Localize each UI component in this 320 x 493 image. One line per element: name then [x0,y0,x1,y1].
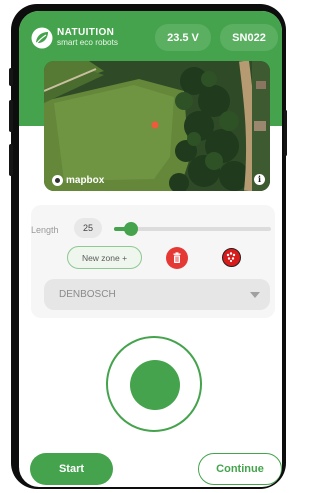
new-zone-button[interactable]: New zone + [67,246,142,269]
brand-tagline: smart eco robots [57,38,118,47]
length-slider[interactable] [114,222,271,236]
continue-button[interactable]: Continue [198,453,282,485]
info-icon[interactable]: i [254,174,265,185]
leaf-logo-icon [31,27,53,49]
app-screen: NATUITION smart eco robots 23.5 V SN022 [19,11,282,487]
joystick-knob[interactable] [130,360,180,410]
delete-zone-button[interactable] [166,247,188,269]
trash-icon [173,252,181,263]
phone-side-button [9,68,13,86]
location-select-value: DENBOSCH [59,289,116,300]
device-id-badge: SN022 [220,24,278,51]
mapbox-label: mapbox [66,175,105,186]
chevron-down-icon [250,292,260,298]
mapbox-attribution[interactable]: mapbox [52,175,104,186]
length-value[interactable]: 25 [74,218,102,238]
phone-side-button [9,100,13,132]
brand: NATUITION smart eco robots [57,28,118,47]
mapbox-logo-icon [52,175,63,186]
length-label: Length [31,225,59,235]
phone-power-button [284,110,287,156]
map-view[interactable]: mapbox i [44,61,270,191]
voltage-badge: 23.5 V [155,24,211,51]
phone-side-button [9,144,13,176]
robot-button[interactable] [222,248,241,267]
joystick[interactable] [106,336,202,432]
robot-location-marker [151,121,159,129]
start-button[interactable]: Start [30,453,113,485]
location-select[interactable]: DENBOSCH [44,279,270,310]
satellite-imagery[interactable] [44,61,270,191]
brand-name: NATUITION [57,27,115,38]
robot-icon [226,252,236,263]
